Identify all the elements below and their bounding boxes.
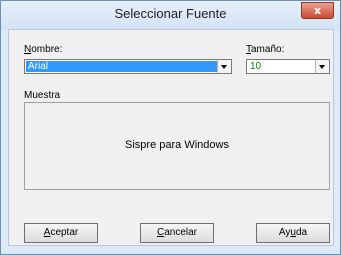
cancel-button[interactable]: Cancelar [140,223,214,243]
title-bar[interactable]: Seleccionar Fuente x [1,1,340,29]
help-button[interactable]: Ayuda [256,223,330,243]
chevron-down-icon[interactable] [217,60,231,73]
accept-button[interactable]: Aceptar [24,223,98,243]
close-icon: x [313,4,322,17]
font-name-combobox[interactable]: Arial [24,59,232,74]
sample-preview-box: Sispre para Windows [24,102,330,190]
font-size-value: 10 [250,61,262,72]
font-size-combobox[interactable]: 10 [246,59,330,74]
close-button[interactable]: x [301,2,334,19]
font-name-value: Arial [26,61,218,72]
font-size-label: Tamaño: [246,44,285,55]
window-title: Seleccionar Fuente [114,6,227,21]
chevron-down-icon[interactable] [315,60,329,73]
font-name-label: Nombre: [24,44,63,55]
sample-label: Muestra [24,90,61,101]
sample-preview-text: Sispre para Windows [125,139,229,151]
